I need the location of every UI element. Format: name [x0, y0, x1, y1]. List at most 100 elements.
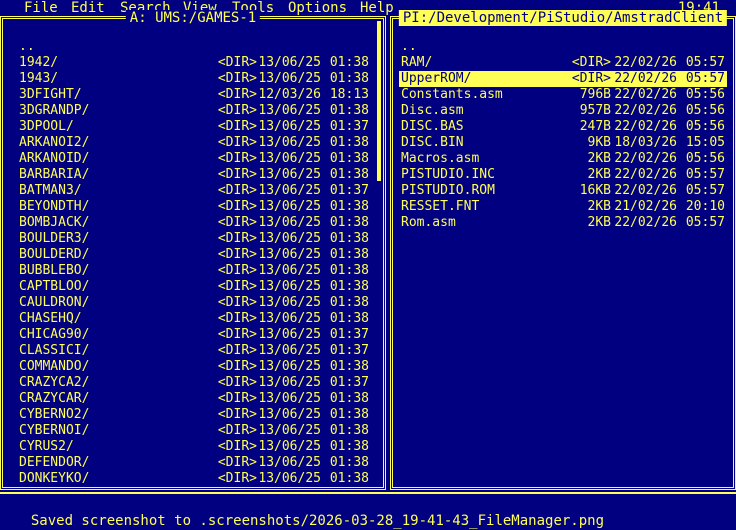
file-row[interactable]: RESSET.FNT 2KB 21/02/26 20:10 [399, 199, 727, 215]
file-row[interactable]: DEFENDOR/ <DIR> 13/06/25 01:38 [17, 455, 369, 471]
file-row[interactable]: ARKANOI2/ <DIR> 13/06/25 01:38 [17, 135, 369, 151]
file-date: 13/06/25 [258, 311, 321, 326]
file-row[interactable]: BOULDERD/ <DIR> 13/06/25 01:38 [17, 247, 369, 263]
file-date: 13/06/25 [258, 55, 321, 70]
file-row[interactable]: RAM/ <DIR> 22/02/26 05:57 [399, 55, 727, 71]
file-size: <DIR> [217, 295, 257, 310]
file-size: <DIR> [217, 167, 257, 182]
left-file-panel[interactable]: A: UMS:/GAMES-1 .. 1942/<DIR> 13/06/25 01:3… [0, 10, 386, 490]
file-row[interactable]: UpperROM/ <DIR> 22/02/26 05:57 [399, 71, 727, 87]
file-date: 13/06/25 [258, 439, 321, 454]
file-name: CRAZYCAR/ [19, 391, 90, 406]
file-name: .. [401, 39, 417, 54]
left-scrollbar[interactable] [377, 21, 381, 485]
file-date: 13/06/25 [258, 423, 321, 438]
file-name: COMMANDO/ [19, 359, 90, 374]
left-scrollbar-thumb[interactable] [377, 21, 381, 181]
file-row[interactable]: PISTUDIO.ROM 16KB 22/02/26 05:57 [399, 183, 727, 199]
file-size: <DIR> [217, 199, 257, 214]
file-row[interactable]: BEYONDTH/ <DIR> 13/06/25 01:38 [17, 199, 369, 215]
file-date: 22/02/26 [614, 71, 677, 86]
file-date: 13/06/25 [258, 103, 321, 118]
file-date: 13/06/25 [258, 135, 321, 150]
file-time: 01:38 [329, 391, 369, 406]
file-time: 05:57 [685, 55, 725, 70]
file-row[interactable]: 3DFIGHT/ <DIR> 12/03/26 18:13 [17, 87, 369, 103]
file-row[interactable]: PISTUDIO.INC 2KB 22/02/26 05:57 [399, 167, 727, 183]
file-size: 796B [579, 87, 611, 102]
file-size: <DIR> [217, 327, 257, 342]
file-size: <DIR> [217, 103, 257, 118]
file-row[interactable]: CYBERNOI/ <DIR> 13/06/25 01:38 [17, 423, 369, 439]
file-size: <DIR> [571, 71, 611, 86]
file-row[interactable]: CHASEHQ/ <DIR> 13/06/25 01:38 [17, 311, 369, 327]
file-time: 01:38 [329, 199, 369, 214]
file-size: 2KB [587, 215, 611, 230]
file-row[interactable]: BOULDER3/ <DIR> 13/06/25 01:38 [17, 231, 369, 247]
file-row[interactable]: CRAZYCA2/ <DIR> 13/06/25 01:37 [17, 375, 369, 391]
file-row[interactable]: 3DPOOL/ <DIR> 13/06/25 01:37 [17, 119, 369, 135]
file-row[interactable]: CYRUS2/ <DIR> 13/06/25 01:38 [17, 439, 369, 455]
menu-options[interactable]: Options [288, 0, 347, 16]
file-row[interactable]: CLASSICI/ <DIR> 13/06/25 01:37 [17, 343, 369, 359]
file-size: 2KB [587, 199, 611, 214]
file-row[interactable]: ARKANOID/ <DIR> 13/06/25 01:38 [17, 151, 369, 167]
file-row[interactable]: Constants.asm 796B 22/02/26 05:56 [399, 87, 727, 103]
file-size: 2KB [587, 167, 611, 182]
file-size: <DIR> [217, 375, 257, 390]
menu-file[interactable]: File [24, 0, 58, 16]
file-name: UpperROM/ [401, 71, 472, 86]
file-row[interactable]: BARBARIA/ <DIR> 13/06/25 01:38 [17, 167, 369, 183]
file-row[interactable]: .. [399, 39, 727, 55]
file-row[interactable]: CAULDRON/ <DIR> 13/06/25 01:38 [17, 295, 369, 311]
file-date: 22/02/26 [614, 167, 677, 182]
file-row[interactable]: 1943/ <DIR> 13/06/25 01:38 [17, 71, 369, 87]
file-time: 01:37 [329, 375, 369, 390]
file-row[interactable]: DISC.BIN 9KB 18/03/26 15:05 [399, 135, 727, 151]
file-row[interactable]: CAPTBLOO/ <DIR> 13/06/25 01:38 [17, 279, 369, 295]
file-row[interactable]: 3DGRANDP/ <DIR> 13/06/25 01:38 [17, 103, 369, 119]
file-size: <DIR> [217, 263, 257, 278]
file-date: 18/03/26 [614, 135, 677, 150]
file-row[interactable]: CYBERNO2/ <DIR> 13/06/25 01:38 [17, 407, 369, 423]
file-name: CYRUS2/ [19, 439, 74, 454]
right-file-list[interactable]: .. RAM/<DIR> 22/02/26 05:57 UpperROM/<DIR> 22… [399, 39, 727, 231]
file-row[interactable]: CRAZYCAR/ <DIR> 13/06/25 01:38 [17, 391, 369, 407]
file-name: BOULDERD/ [19, 247, 90, 262]
file-date: 13/06/25 [258, 199, 321, 214]
file-row[interactable]: BUBBLEBO/ <DIR> 13/06/25 01:38 [17, 263, 369, 279]
file-name: DISC.BAS [401, 119, 464, 134]
file-row[interactable]: 1942/ <DIR> 13/06/25 01:38 [17, 55, 369, 71]
file-date: 22/02/26 [614, 55, 677, 70]
file-size: <DIR> [217, 119, 257, 134]
file-time: 01:38 [329, 423, 369, 438]
file-row[interactable]: CHICAG90/ <DIR> 13/06/25 01:37 [17, 327, 369, 343]
file-time: 05:56 [685, 87, 725, 102]
file-size: 9KB [587, 135, 611, 150]
file-time: 05:57 [685, 183, 725, 198]
file-name: BARBARIA/ [19, 167, 90, 182]
right-file-panel[interactable]: PI:/Development/PiStudio/AmstradClient .… [390, 10, 736, 490]
file-date: 13/06/25 [258, 151, 321, 166]
file-row[interactable]: BATMAN3/ <DIR> 13/06/25 01:37 [17, 183, 369, 199]
file-time: 01:38 [329, 295, 369, 310]
menu-help[interactable]: Help [360, 0, 394, 16]
file-name: Constants.asm [401, 87, 503, 102]
file-size: <DIR> [217, 407, 257, 422]
file-name: CYBERNOI/ [19, 423, 90, 438]
file-name: Macros.asm [401, 151, 480, 166]
left-file-list[interactable]: .. 1942/<DIR> 13/06/25 01:38 1943/<DIR> 13/06… [17, 39, 369, 487]
file-row[interactable]: DONKEYKO/ <DIR> 13/06/25 01:38 [17, 471, 369, 487]
file-time: 18:13 [329, 87, 369, 102]
file-row[interactable]: BOMBJACK/ <DIR> 13/06/25 01:38 [17, 215, 369, 231]
file-row[interactable]: COMMANDO/ <DIR> 13/06/25 01:38 [17, 359, 369, 375]
file-row[interactable]: DISC.BAS 247B 22/02/26 05:56 [399, 119, 727, 135]
file-row[interactable]: Macros.asm 2KB 22/02/26 05:56 [399, 151, 727, 167]
file-row[interactable]: Disc.asm 957B 22/02/26 05:56 [399, 103, 727, 119]
file-name: 3DGRANDP/ [19, 103, 90, 118]
file-row[interactable]: Rom.asm 2KB 22/02/26 05:57 [399, 215, 727, 231]
menu-edit[interactable]: Edit [71, 0, 105, 16]
file-name: CAULDRON/ [19, 295, 90, 310]
file-row[interactable]: .. [17, 39, 369, 55]
file-time: 01:38 [329, 231, 369, 246]
